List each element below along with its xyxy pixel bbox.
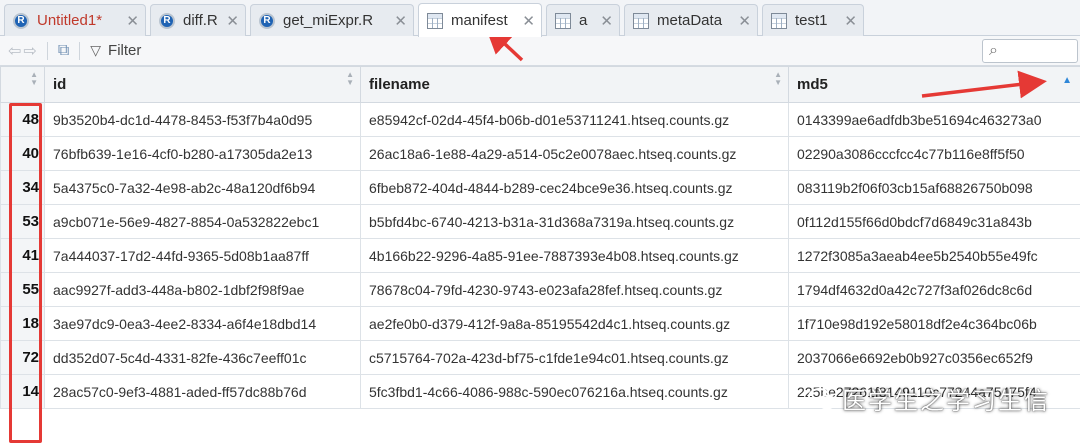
table-row[interactable]: 40 76bfb639-1e16-4cf0-b280-a17305da2e13 26… (0, 136, 1080, 171)
close-icon[interactable]: ✕ (844, 12, 857, 30)
id-cell[interactable]: a9cb071e-56e9-4827-8854-0a532822ebc1 (44, 204, 361, 239)
forward-arrow-icon[interactable]: ⇨ (23, 41, 36, 61)
tab-diff-r[interactable]: R diff.R ✕ (150, 4, 246, 36)
funnel-icon: ▽ (90, 42, 102, 58)
data-grid-icon (633, 12, 649, 29)
filter-label: Filter (108, 42, 142, 59)
filename-cell[interactable]: 5fc3fbd1-4c66-4086-988c-590ec076216a.hts… (360, 374, 789, 409)
tab-a[interactable]: a ✕ (546, 4, 620, 36)
md5-cell[interactable]: 0143399ae6adfdb3be51694c463273a0 (788, 102, 1080, 137)
md5-cell[interactable]: 02290a3086cccfcc4c77b116e8ff5f50 (788, 136, 1080, 171)
sort-icon: ▲ ▼ (30, 70, 38, 87)
table-row[interactable]: 18 3ae97dc9-0ea3-4ee2-8334-a6f4e18dbd14 ae… (0, 306, 1080, 341)
table-row[interactable]: 72 dd352d07-5c4d-4331-82fe-436c7eeff01c c5… (0, 340, 1080, 375)
data-grid-icon (427, 12, 443, 29)
filename-cell[interactable]: 6fbeb872-404d-4844-b289-cec24bce9e36.hts… (360, 170, 789, 205)
id-cell[interactable]: 76bfb639-1e16-4cf0-b280-a17305da2e13 (44, 136, 361, 171)
data-viewer-toolbar: ⇦ ⇨ ⧉ ▽ Filter ⌕ (0, 36, 1080, 66)
close-icon[interactable]: ✕ (226, 12, 239, 30)
id-cell[interactable]: 7a444037-17d2-44fd-9365-5d08b1aa87ff (44, 238, 361, 273)
search-input[interactable]: ⌕ (982, 39, 1078, 63)
popout-window-icon[interactable]: ⧉ (58, 42, 69, 60)
column-header-md5[interactable]: md5 ▲ (788, 66, 1080, 103)
tab-test1[interactable]: test1 ✕ (762, 4, 864, 36)
r-file-icon: R (13, 12, 29, 29)
close-icon[interactable]: ✕ (126, 12, 139, 30)
filename-cell[interactable]: b5bfd4bc-6740-4213-b31a-31d368a7319a.hts… (360, 204, 789, 239)
tab-manifest[interactable]: manifest ✕ (418, 3, 542, 37)
table-row[interactable]: 53 a9cb071e-56e9-4827-8854-0a532822ebc1 b5… (0, 204, 1080, 239)
filter-button[interactable]: ▽ Filter (90, 42, 141, 59)
table-row[interactable]: 41 7a444037-17d2-44fd-9365-5d08b1aa87ff 4b… (0, 238, 1080, 273)
close-icon[interactable]: ✕ (522, 12, 535, 30)
watermark: 医学生之学习生信 (808, 381, 1050, 416)
filename-cell[interactable]: 26ac18a6-1e88-4a29-a514-05c2e0078aec.hts… (360, 136, 789, 171)
tab-label: manifest (451, 12, 508, 29)
tab-label: Untitled1* (37, 12, 103, 29)
sort-icon: ▲ ▼ (774, 70, 782, 87)
filename-cell[interactable]: 78678c04-79fd-4230-9743-e023afa28fef.hts… (360, 272, 789, 307)
column-header-id[interactable]: id ▲ ▼ (44, 66, 361, 103)
md5-cell[interactable]: 1f710e98d192e58018df2e4c364bc06b (788, 306, 1080, 341)
table-row[interactable]: 48 9b3520b4-dc1d-4478-8453-f53f7b4a0d95 e8… (0, 102, 1080, 137)
tab-metadata[interactable]: metaData ✕ (624, 4, 758, 36)
md5-cell[interactable]: 1272f3085a3aeab4ee5b2540b55e49fc (788, 238, 1080, 273)
data-grid: ▲ ▼ id ▲ ▼ filename ▲ ▼ md5 ▲ 48 9b3520b4-dc1d-… (0, 66, 1080, 409)
md5-cell[interactable]: 083119b2f06f03cb15af68826750b098 (788, 170, 1080, 205)
tab-label: a (579, 12, 588, 29)
row-number-highlight-box (9, 103, 42, 443)
header-row: ▲ ▼ id ▲ ▼ filename ▲ ▼ md5 ▲ (0, 66, 1080, 103)
id-cell[interactable]: 9b3520b4-dc1d-4478-8453-f53f7b4a0d95 (44, 102, 361, 137)
back-arrow-icon[interactable]: ⇦ (8, 41, 21, 61)
id-cell[interactable]: 28ac57c0-9ef3-4881-aded-ff57dc88b76d (44, 374, 361, 409)
filename-cell[interactable]: 4b166b22-9296-4a85-91ee-7887393e4b08.hts… (360, 238, 789, 273)
toolbar-divider (46, 41, 48, 60)
tab-label: metaData (657, 12, 723, 29)
row-number-header[interactable]: ▲ ▼ (0, 66, 45, 103)
filename-cell[interactable]: e85942cf-02d4-45f4-b06b-d01e53711241.hts… (360, 102, 789, 137)
filename-cell[interactable]: ae2fe0b0-d379-412f-9a8a-85195542d4c1.hts… (360, 306, 789, 341)
md5-cell[interactable]: 0f112d155f66d0bdcf7d6849c31a843b (788, 204, 1080, 239)
column-header-label: filename (369, 76, 430, 93)
column-header-filename[interactable]: filename ▲ ▼ (360, 66, 789, 103)
toolbar-divider (79, 41, 81, 60)
watermark-text: 医学生之学习生信 (842, 388, 1050, 415)
r-file-icon: R (259, 12, 275, 29)
close-icon[interactable]: ✕ (600, 12, 613, 30)
r-file-icon: R (159, 12, 175, 29)
sort-ascending-icon: ▲ (1062, 75, 1072, 86)
md5-cell[interactable]: 2037066e6692eb0b927c0356ec652f9 (788, 340, 1080, 375)
data-grid-icon (555, 12, 571, 29)
editor-tab-bar: R Untitled1* ✕ R diff.R ✕ R get_miExpr.R… (0, 0, 1080, 37)
id-cell[interactable]: 5a4375c0-7a32-4e98-ab2c-48a120df6b94 (44, 170, 361, 205)
column-header-label: md5 (797, 76, 828, 93)
data-grid-icon (771, 12, 787, 29)
tab-label: get_miExpr.R (283, 12, 374, 29)
id-cell[interactable]: dd352d07-5c4d-4331-82fe-436c7eeff01c (44, 340, 361, 375)
wechat-logo-icon (808, 387, 836, 409)
tab-untitled1[interactable]: R Untitled1* ✕ (4, 4, 146, 36)
id-cell[interactable]: 3ae97dc9-0ea3-4ee2-8334-a6f4e18dbd14 (44, 306, 361, 341)
column-header-label: id (53, 76, 67, 93)
tab-get-miexpr-r[interactable]: R get_miExpr.R ✕ (250, 4, 414, 36)
magnifier-icon: ⌕ (989, 42, 998, 59)
table-row[interactable]: 55 aac9927f-add3-448a-b802-1dbf2f98f9ae 78… (0, 272, 1080, 307)
tab-label: diff.R (183, 12, 218, 29)
id-cell[interactable]: aac9927f-add3-448a-b802-1dbf2f98f9ae (44, 272, 361, 307)
md5-cell[interactable]: 1794df4632d0a42c727f3af026dc8c6d (788, 272, 1080, 307)
filename-cell[interactable]: c5715764-702a-423d-bf75-c1fde1e94c01.hts… (360, 340, 789, 375)
table-row[interactable]: 34 5a4375c0-7a32-4e98-ab2c-48a120df6b94 6f… (0, 170, 1080, 205)
tab-label: test1 (795, 12, 828, 29)
close-icon[interactable]: ✕ (738, 12, 751, 30)
close-icon[interactable]: ✕ (394, 12, 407, 30)
sort-icon: ▲ ▼ (346, 70, 354, 87)
